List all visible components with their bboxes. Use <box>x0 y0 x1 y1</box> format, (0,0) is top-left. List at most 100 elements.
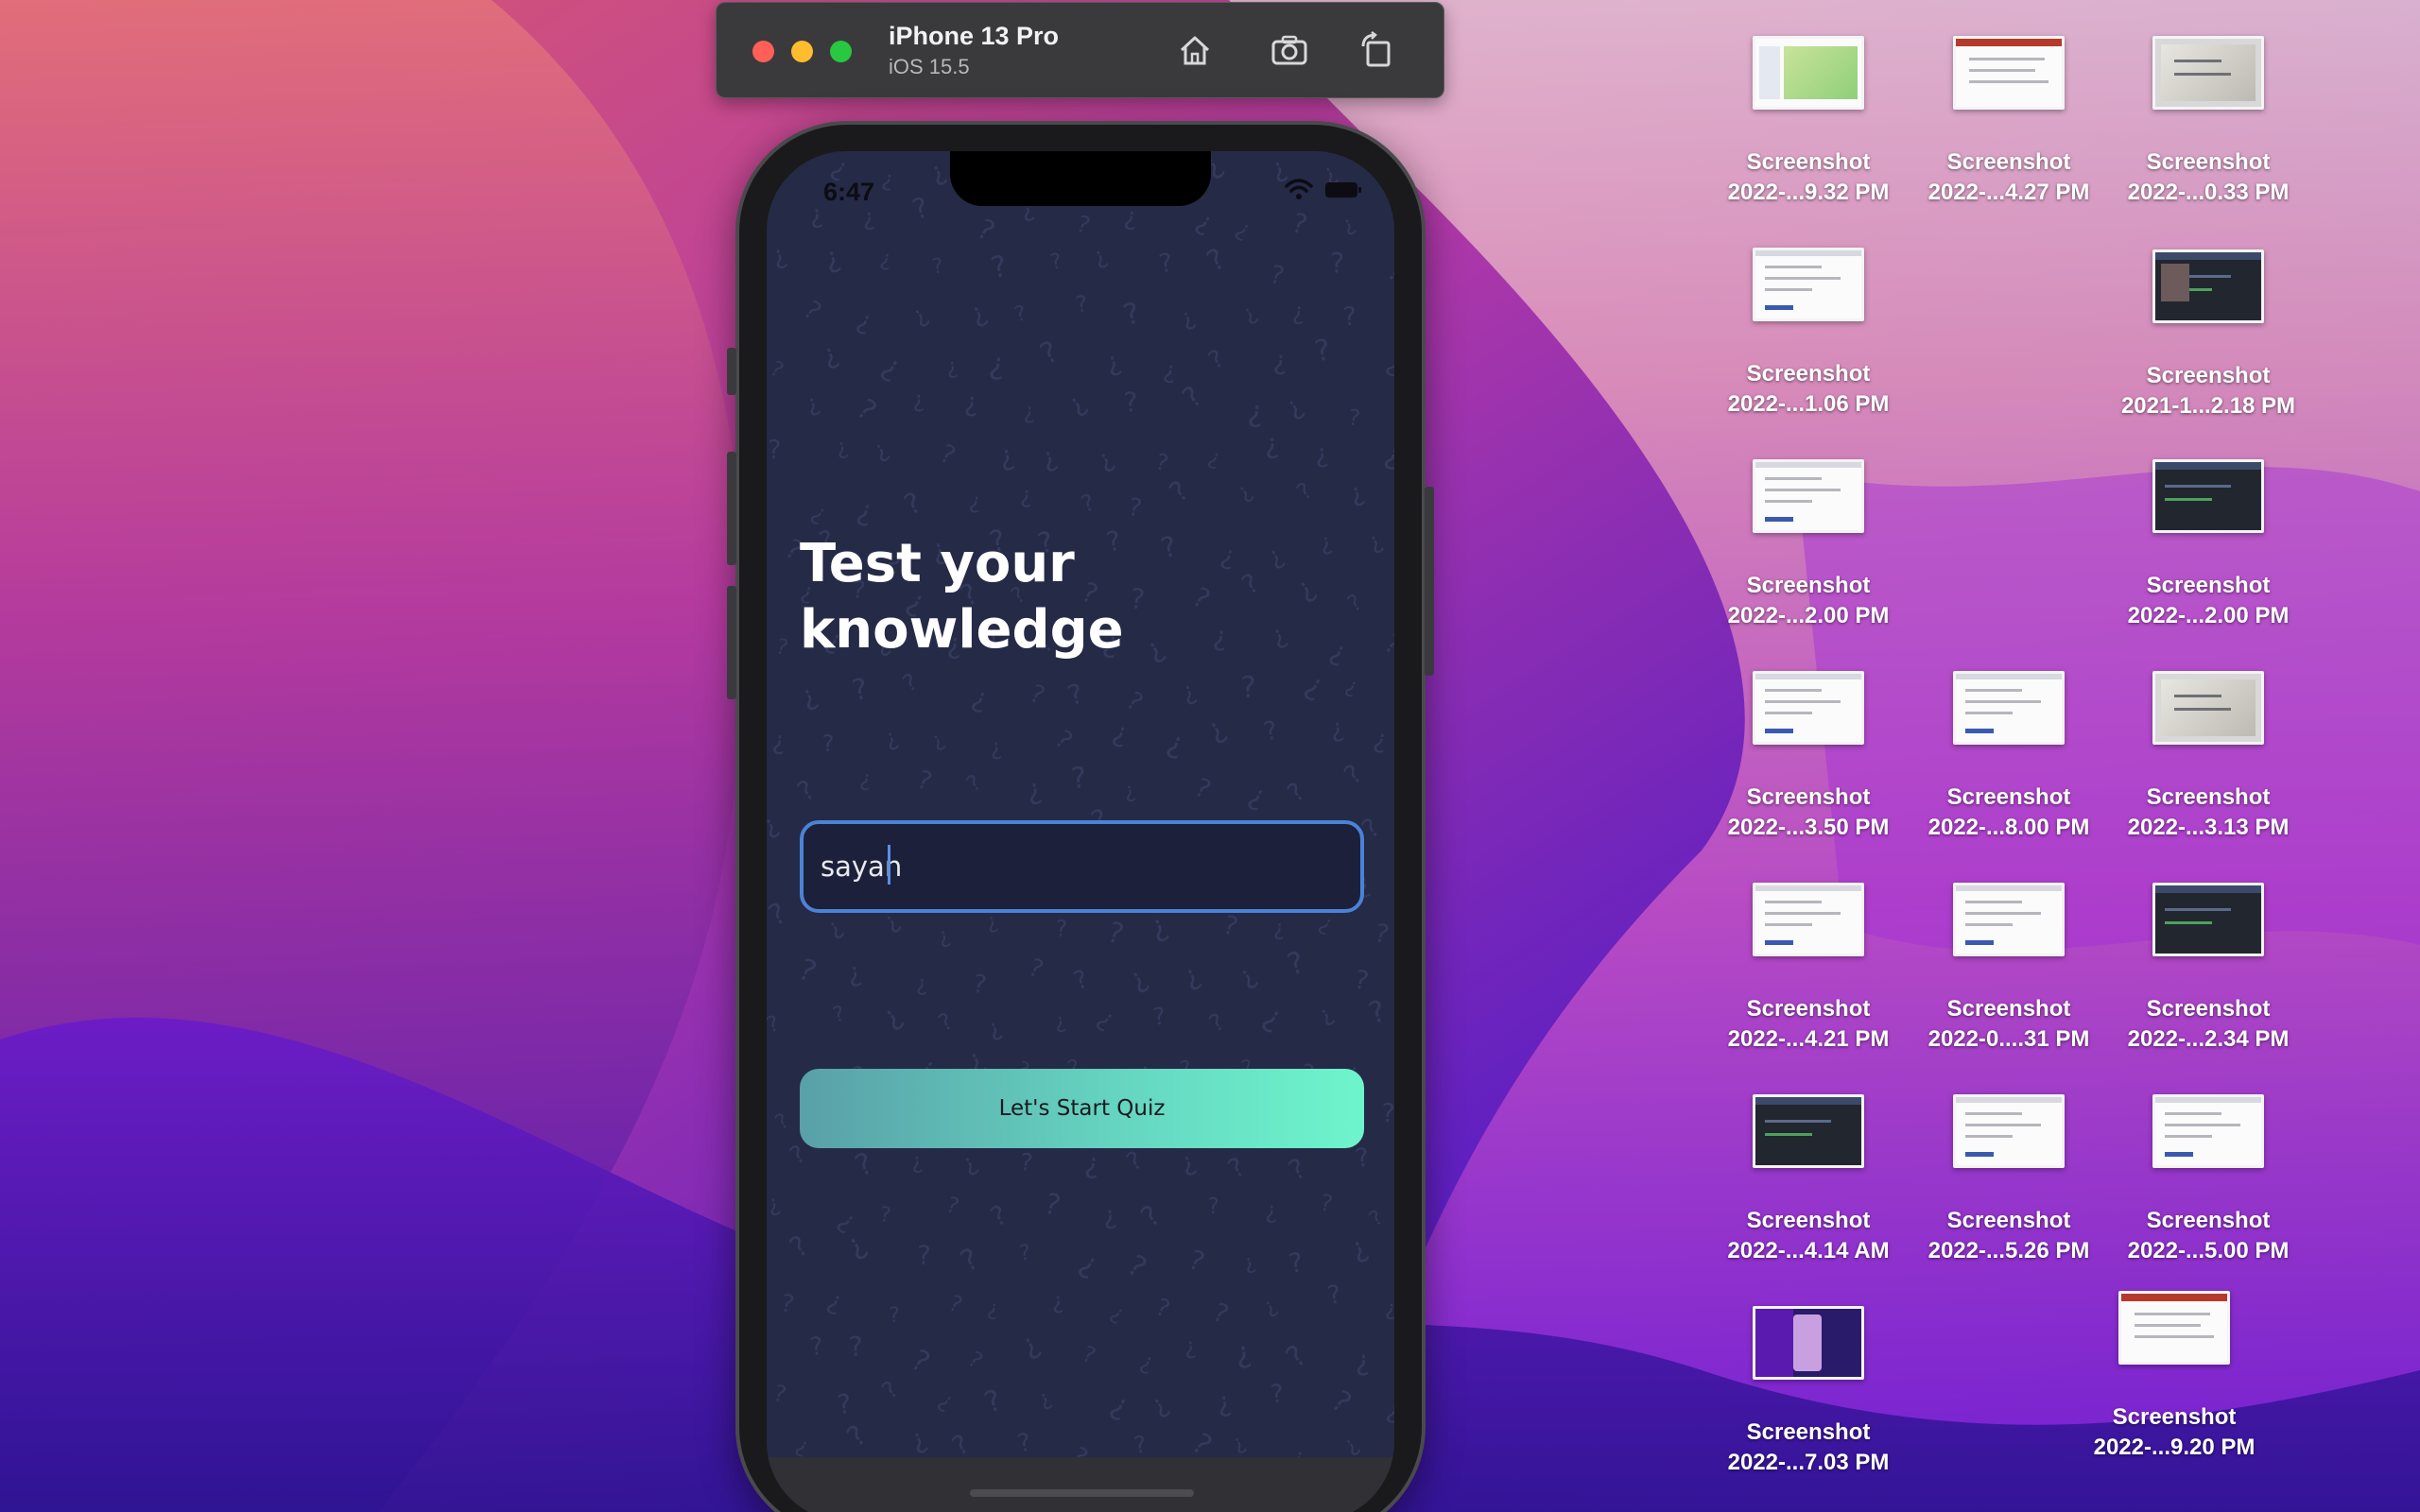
iphone-screen: ¿¿¿¿¿?¿?¿¿¿?¿¿??¿?¿¿¿?¿¿¿¿¿???¿??????¿¿¿… <box>767 151 1394 1512</box>
pattern-question-mark: ¿ <box>1014 1326 1046 1363</box>
desktop-file-icon[interactable]: Screenshot 2022-...2.34 PM <box>2108 883 2308 1055</box>
pattern-question-mark: ¿ <box>1034 1385 1055 1413</box>
desktop-file-icon[interactable]: Screenshot 2022-...4.27 PM <box>1909 36 2109 208</box>
pattern-question-mark: ¿ <box>1273 917 1286 941</box>
file-name-line1: Screenshot <box>2146 149 2271 175</box>
pattern-question-mark: ¿ <box>1092 1004 1120 1035</box>
pattern-question-mark: ¿ <box>876 349 908 386</box>
file-name-line1: Screenshot <box>2112 1404 2237 1430</box>
file-thumbnail-icon <box>2152 459 2264 533</box>
pattern-question-mark: ? <box>1078 488 1098 518</box>
pattern-question-mark: ¿ <box>1279 389 1308 423</box>
file-name-label: Screenshot 2022-...4.27 PM <box>1909 147 2109 208</box>
pattern-question-mark: ¿ <box>808 199 824 230</box>
desktop-file-icon[interactable]: Screenshot 2022-...3.13 PM <box>2108 671 2308 843</box>
file-name-line1: Screenshot <box>1946 149 2071 175</box>
pattern-question-mark: ¿ <box>1024 772 1044 807</box>
pattern-question-mark: ? <box>1025 954 1047 985</box>
pattern-question-mark: ¿ <box>1175 301 1199 333</box>
desktop-file-icon[interactable]: Screenshot 2022-...9.32 PM <box>1708 36 1909 208</box>
name-input[interactable] <box>800 820 1364 913</box>
pattern-question-mark: ? <box>1079 1340 1099 1369</box>
pattern-question-mark: ¿ <box>1201 712 1231 747</box>
pattern-question-mark: ¿ <box>1023 400 1035 424</box>
desktop-file-icon[interactable]: Screenshot 2022-...2.00 PM <box>1708 459 1909 631</box>
desktop-file-icon[interactable]: Screenshot 2022-...9.20 PM <box>2074 1291 2274 1463</box>
desktop-file-icon[interactable]: Screenshot 2022-...8.00 PM <box>1909 671 2109 843</box>
pattern-question-mark: ¿ <box>767 809 783 841</box>
status-bar-time: 6:47 <box>823 178 875 206</box>
desktop-file-icon[interactable]: Screenshot 2022-...5.26 PM <box>1909 1094 2109 1266</box>
pattern-question-mark: ¿ <box>912 386 925 413</box>
desktop-file-icon[interactable]: Screenshot 2022-...7.03 PM <box>1708 1306 1909 1478</box>
desktop-file-icon[interactable]: Screenshot 2022-...1.06 PM <box>1708 248 1909 420</box>
file-thumbnail-icon <box>1953 883 2065 956</box>
pattern-question-mark: ? <box>1019 1148 1034 1177</box>
pattern-question-mark: ¿ <box>926 727 948 753</box>
pattern-question-mark: ¿ <box>957 1148 982 1179</box>
pattern-question-mark: ? <box>1055 916 1067 942</box>
file-name-line1: Screenshot <box>1946 784 2071 810</box>
desktop-file-icon[interactable]: Screenshot 2022-...3.50 PM <box>1708 671 1909 843</box>
pattern-question-mark: ¿ <box>1338 211 1358 238</box>
screen-bottom-area <box>767 1457 1394 1512</box>
pattern-question-mark: ¿ <box>996 438 1017 472</box>
pattern-question-mark: ? <box>876 1375 904 1404</box>
pattern-question-mark: ? <box>1201 242 1232 279</box>
pattern-question-mark: ¿ <box>880 166 897 193</box>
zoom-window-button[interactable] <box>830 41 852 62</box>
file-thumbnail-icon <box>2118 1291 2230 1365</box>
pattern-question-mark: ¿ <box>1020 481 1033 508</box>
start-quiz-button[interactable]: Let's Start Quiz <box>800 1069 1364 1148</box>
file-name-line1: Screenshot <box>2146 1208 2271 1233</box>
screenshot-camera-icon[interactable] <box>1269 29 1310 71</box>
pattern-question-mark: ¿ <box>1074 1246 1104 1282</box>
battery-icon <box>1325 182 1361 198</box>
pattern-question-mark: ? <box>906 1343 936 1380</box>
home-icon[interactable] <box>1174 29 1216 71</box>
pattern-question-mark: ¿ <box>989 733 1003 761</box>
pattern-question-mark: ? <box>1014 1427 1034 1458</box>
pattern-question-mark: ? <box>1209 1297 1233 1330</box>
pattern-question-mark: ¿ <box>1345 1230 1373 1266</box>
desktop-file-icon[interactable]: Screenshot 2022-...0.33 PM <box>2108 36 2308 208</box>
pattern-question-mark: ? <box>1269 1380 1286 1410</box>
desktop-file-icon[interactable]: Screenshot 2022-...4.14 AM <box>1708 1094 1909 1266</box>
pattern-question-mark: ? <box>1222 1151 1251 1185</box>
pattern-question-mark: ? <box>1352 964 1372 997</box>
rotate-icon[interactable] <box>1356 29 1397 71</box>
pattern-question-mark: ¿ <box>1144 1388 1174 1421</box>
desktop-file-icon[interactable]: Screenshot 2022-...2.00 PM <box>2108 459 2308 631</box>
close-window-button[interactable] <box>752 41 774 62</box>
desktop-file-icon[interactable]: Screenshot 2022-0....31 PM <box>1909 883 2109 1055</box>
file-name-line1: Screenshot <box>1946 1208 2071 1233</box>
desktop-file-icon[interactable]: Screenshot 2021-1...2.18 PM <box>2108 249 2308 421</box>
pattern-question-mark: ? <box>1151 1002 1167 1030</box>
pattern-question-mark: ¿ <box>1363 526 1387 557</box>
pattern-question-mark: ? <box>1372 919 1392 950</box>
pattern-question-mark: ? <box>1122 386 1139 419</box>
pattern-question-mark: ? <box>1283 944 1309 983</box>
pattern-question-mark: ¿ <box>868 435 892 465</box>
pattern-question-mark: ? <box>1049 725 1079 756</box>
desktop-file-icon[interactable]: Screenshot 2022-...5.00 PM <box>2108 1094 2308 1266</box>
desktop-file-icon[interactable]: Screenshot 2022-...4.21 PM <box>1708 883 1909 1055</box>
pattern-question-mark: ? <box>1135 1199 1167 1234</box>
pattern-question-mark: ¿ <box>934 1386 959 1415</box>
pattern-question-mark: ¿ <box>1345 477 1368 509</box>
minimize-window-button[interactable] <box>791 41 813 62</box>
pattern-question-mark: ? <box>1365 1205 1389 1231</box>
file-thumbnail-icon <box>2152 883 2264 956</box>
pattern-question-mark: ¿ <box>795 679 822 713</box>
pattern-question-mark: ¿ <box>1088 241 1111 271</box>
file-name-label: Screenshot 2022-...9.32 PM <box>1708 147 1909 208</box>
pattern-question-mark: ¿ <box>982 1013 1005 1043</box>
pattern-question-mark: ¿ <box>1052 1008 1067 1035</box>
file-thumbnail-icon <box>1753 36 1864 110</box>
pattern-question-mark: ? <box>767 356 787 384</box>
volume-down-button <box>727 586 736 699</box>
pattern-question-mark: ? <box>1368 151 1386 178</box>
pattern-question-mark: ? <box>1103 916 1127 952</box>
file-name-label: Screenshot 2022-...3.50 PM <box>1708 782 1909 843</box>
file-name-line1: Screenshot <box>2146 784 2271 810</box>
